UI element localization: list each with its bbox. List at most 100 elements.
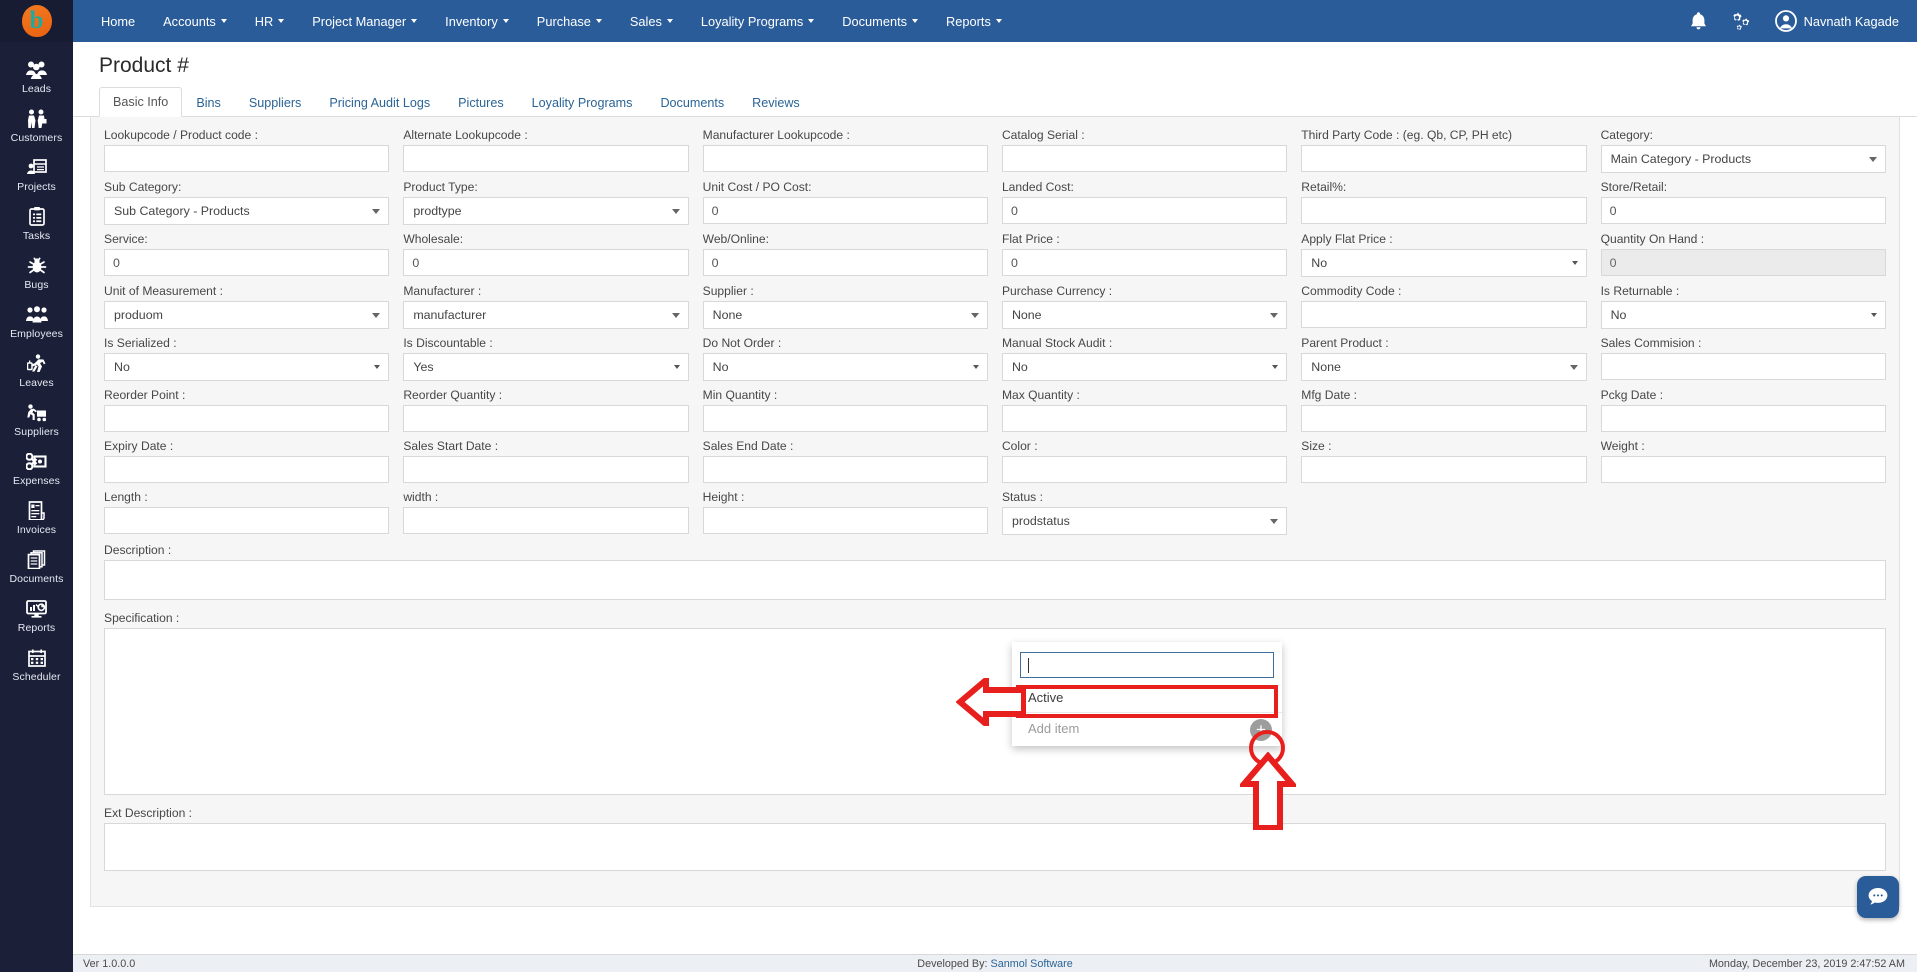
select-apply-flat-price[interactable]: No: [1301, 249, 1587, 277]
tab-pictures[interactable]: Pictures: [444, 88, 518, 117]
add-item-row[interactable]: Add item +: [1012, 712, 1282, 746]
select-sub-category[interactable]: Sub Category - Products: [104, 197, 390, 225]
input-lookupcode-product-code[interactable]: [104, 145, 390, 172]
input-length[interactable]: [104, 507, 390, 534]
select-unit-of-measurement[interactable]: produom: [104, 301, 390, 329]
form-field-service: Service:: [97, 229, 396, 281]
nav-link-project-manager[interactable]: Project Manager: [298, 0, 431, 42]
input-landed-cost[interactable]: [1001, 197, 1288, 224]
select-status[interactable]: prodstatus: [1001, 507, 1288, 535]
nav-link-hr[interactable]: HR: [241, 0, 298, 42]
nav-link-sales[interactable]: Sales: [616, 0, 687, 42]
input-max-quantity[interactable]: [1001, 405, 1288, 432]
specification-textarea[interactable]: [104, 628, 1886, 795]
input-color[interactable]: [1001, 456, 1288, 483]
input-service[interactable]: [104, 249, 390, 276]
input-size[interactable]: [1301, 456, 1587, 483]
description-label: Description :: [104, 543, 172, 557]
sidebar-item-tasks[interactable]: Tasks: [0, 199, 73, 248]
sanmol-software-link[interactable]: Sanmol Software: [991, 958, 1073, 970]
input-height[interactable]: [702, 507, 988, 534]
bell-icon[interactable]: [1689, 11, 1708, 31]
input-commodity-code[interactable]: [1301, 301, 1587, 328]
input-weight[interactable]: [1600, 456, 1886, 483]
sidebar-item-leaves[interactable]: Leaves: [0, 346, 73, 395]
input-min-quantity[interactable]: [702, 405, 988, 432]
app-logo[interactable]: b: [0, 0, 73, 42]
input-mfg-date[interactable]: [1301, 405, 1587, 432]
select-is-returnable[interactable]: No: [1600, 301, 1886, 329]
input-web-online[interactable]: [702, 249, 988, 276]
description-textarea[interactable]: [104, 560, 1886, 600]
nav-link-label: Reports: [946, 13, 991, 29]
nav-link-purchase[interactable]: Purchase: [523, 0, 616, 42]
sidebar-item-expenses[interactable]: Expenses: [0, 444, 73, 493]
select-category[interactable]: Main Category - Products: [1600, 145, 1886, 173]
sidebar-item-leads[interactable]: Leads: [0, 52, 73, 101]
tab-reviews[interactable]: Reviews: [738, 88, 814, 117]
input-alternate-lookupcode[interactable]: [403, 145, 689, 172]
input-retail%[interactable]: [1301, 197, 1587, 224]
select-parent-product[interactable]: None: [1301, 353, 1587, 381]
specification-label: Specification :: [104, 611, 180, 625]
tab-basic-info[interactable]: Basic Info: [99, 87, 183, 117]
input-width[interactable]: [403, 507, 689, 534]
select-is-serialized[interactable]: No: [104, 353, 390, 381]
select-is-discountable[interactable]: Yes: [403, 353, 689, 381]
select-product-type[interactable]: prodtype: [403, 197, 689, 225]
input-reorder-quantity[interactable]: [403, 405, 689, 432]
input-expiry-date[interactable]: [104, 456, 390, 483]
input-reorder-point[interactable]: [104, 405, 390, 432]
chevron-down-icon: [374, 365, 381, 369]
sidebar-item-reports[interactable]: Reports: [0, 591, 73, 640]
gears-icon[interactable]: [1730, 11, 1753, 32]
input-pckg-date[interactable]: [1600, 405, 1886, 432]
select-manual-stock-audit[interactable]: No: [1001, 353, 1288, 381]
sidebar-item-projects[interactable]: Projects: [0, 150, 73, 199]
tab-pricing-audit-logs[interactable]: Pricing Audit Logs: [315, 88, 444, 117]
sidebar-item-customers[interactable]: Customers: [0, 101, 73, 150]
tab-bins[interactable]: Bins: [182, 88, 235, 117]
input-sales-end-date[interactable]: [702, 456, 988, 483]
sidebar-item-bugs[interactable]: Bugs: [0, 248, 73, 297]
nav-link-inventory[interactable]: Inventory: [431, 0, 523, 42]
field-label: Third Party Code : (eg. Qb, CP, PH etc): [1301, 128, 1513, 142]
plus-circle-icon[interactable]: +: [1250, 718, 1272, 741]
form-field-supplier: Supplier : None: [696, 281, 995, 333]
field-label: width :: [403, 490, 439, 504]
tab-loyality-programs[interactable]: Loyality Programs: [518, 88, 647, 117]
form-field-unit-cost-po-cost: Unit Cost / PO Cost:: [696, 177, 995, 229]
nav-link-home[interactable]: Home: [87, 0, 149, 42]
input-manufacturer-lookupcode[interactable]: [702, 145, 988, 172]
select-manufacturer[interactable]: manufacturer: [403, 301, 689, 329]
field-label: Alternate Lookupcode :: [403, 128, 528, 142]
field-label: Parent Product :: [1301, 336, 1389, 350]
status-dropdown-search-input[interactable]: [1020, 652, 1274, 678]
user-menu[interactable]: Navnath Kagade: [1774, 10, 1899, 32]
sidebar-item-documents[interactable]: Documents: [0, 542, 73, 591]
tab-documents[interactable]: Documents: [646, 88, 738, 117]
sidebar-item-invoices[interactable]: Invoices: [0, 493, 73, 542]
sidebar-item-suppliers[interactable]: Suppliers: [0, 395, 73, 444]
sidebar-item-employees[interactable]: Employees: [0, 297, 73, 346]
sidebar-item-scheduler[interactable]: Scheduler: [0, 640, 73, 689]
input-unit-cost-po-cost[interactable]: [702, 197, 988, 224]
select-supplier[interactable]: None: [702, 301, 988, 329]
nav-link-reports[interactable]: Reports: [932, 0, 1016, 42]
nav-link-loyality-programs[interactable]: Loyality Programs: [687, 0, 828, 42]
chat-bubble-button[interactable]: [1857, 876, 1899, 918]
input-flat-price[interactable]: [1001, 249, 1288, 276]
nav-link-accounts[interactable]: Accounts: [149, 0, 241, 42]
status-option-active[interactable]: Active: [1012, 683, 1282, 712]
input-wholesale[interactable]: [403, 249, 689, 276]
input-store-retail[interactable]: [1600, 197, 1886, 224]
input-sales-commision[interactable]: [1600, 353, 1886, 380]
input-catalog-serial[interactable]: [1001, 145, 1288, 172]
nav-link-documents[interactable]: Documents: [828, 0, 932, 42]
ext-description-textarea[interactable]: [104, 823, 1886, 871]
select-purchase-currency[interactable]: None: [1001, 301, 1288, 329]
input-sales-start-date[interactable]: [403, 456, 689, 483]
tab-suppliers[interactable]: Suppliers: [235, 88, 316, 117]
input-third-party-code-eg-qb-cp-ph-etc[interactable]: [1301, 145, 1587, 172]
select-do-not-order[interactable]: No: [702, 353, 988, 381]
